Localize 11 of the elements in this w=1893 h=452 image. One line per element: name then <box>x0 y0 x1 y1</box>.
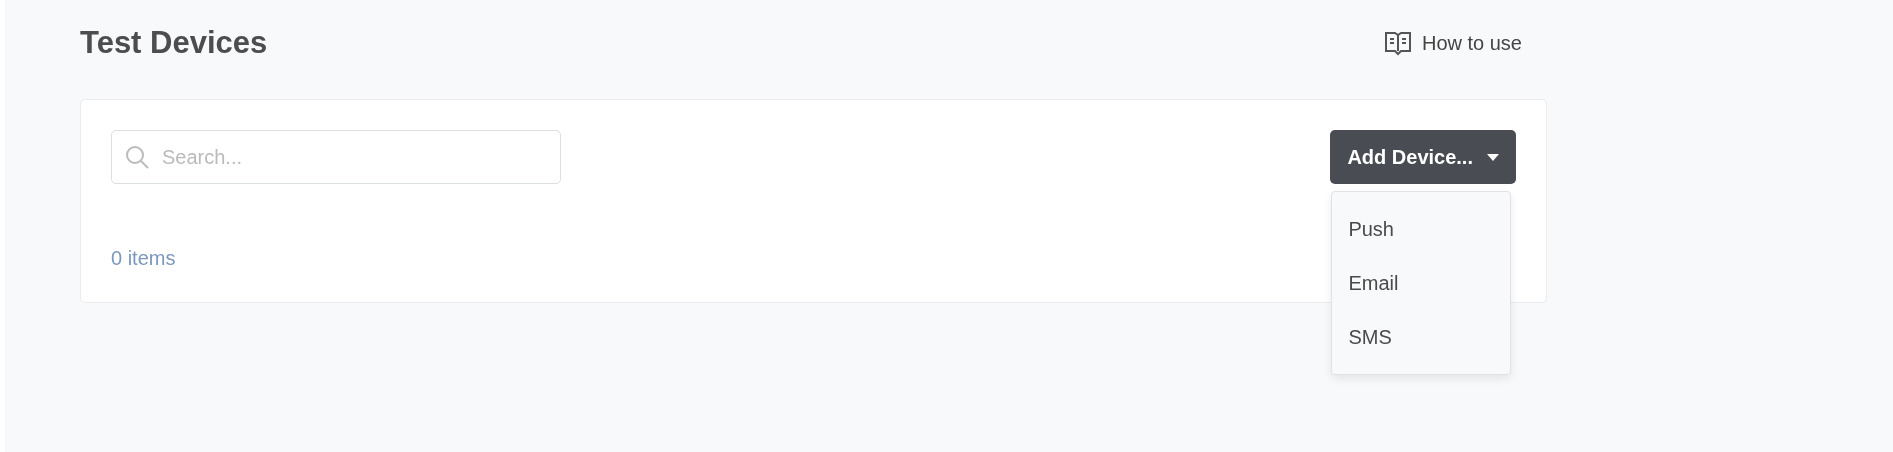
add-device-button[interactable]: Add Device... <box>1330 130 1516 184</box>
how-to-use-link[interactable]: How to use <box>1383 30 1522 56</box>
caret-icon <box>1487 153 1499 161</box>
menu-item[interactable]: Email <box>1332 256 1511 310</box>
menu-item[interactable]: Push <box>1332 202 1511 256</box>
item-count: 0 items <box>111 247 176 270</box>
page-title: Test Devices <box>80 25 268 61</box>
book-icon <box>1383 30 1412 56</box>
search-icon <box>125 145 149 169</box>
menu-item[interactable]: SMS <box>1332 310 1511 364</box>
search-field[interactable]: Search... <box>111 130 561 184</box>
